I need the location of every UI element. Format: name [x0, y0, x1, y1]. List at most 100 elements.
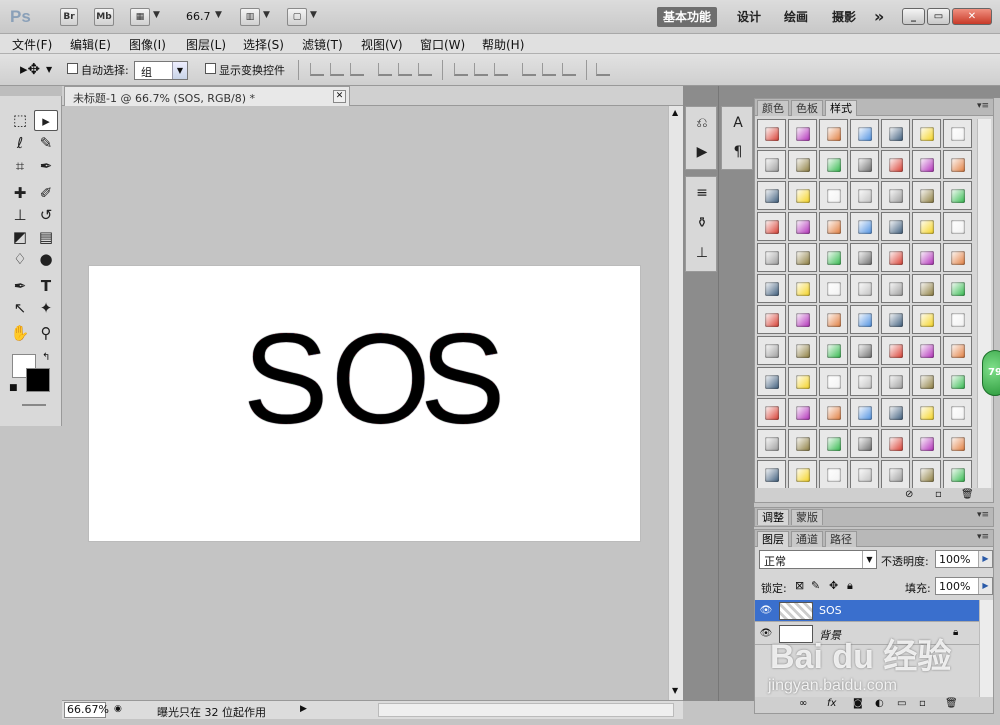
tab-channels[interactable]: 通道 [791, 531, 823, 547]
tool-presets-icon[interactable]: ⊥ [692, 243, 712, 263]
align-top-icon[interactable] [310, 63, 324, 76]
move-tool-icon[interactable]: ▸✥ [20, 60, 40, 78]
crop-tool-icon[interactable]: ⌗ [8, 156, 32, 177]
style-swatch[interactable] [912, 243, 941, 272]
arrange-documents-button[interactable]: ▥ [240, 8, 260, 26]
auto-select-checkbox[interactable] [67, 63, 78, 74]
lock-all-icon[interactable]: 🔒︎ [847, 579, 853, 593]
style-swatch[interactable] [788, 305, 817, 334]
bridge-button[interactable]: Br [60, 8, 78, 26]
chevron-down-icon[interactable]: ▼ [310, 10, 317, 20]
distribute-vcenter-icon[interactable] [474, 63, 488, 76]
chevron-down-icon[interactable]: ▼ [46, 65, 52, 74]
style-swatch[interactable] [912, 181, 941, 210]
healing-brush-tool-icon[interactable]: ✚ [8, 183, 32, 204]
chevron-down-icon[interactable]: ▼ [215, 10, 222, 20]
style-swatch[interactable] [943, 150, 972, 179]
style-swatch[interactable] [850, 150, 879, 179]
shape-tool-icon[interactable]: ✦ [34, 298, 58, 319]
style-swatch[interactable] [757, 460, 786, 489]
style-swatch[interactable] [912, 119, 941, 148]
close-button[interactable]: ✕ [952, 8, 992, 25]
auto-select-dropdown[interactable]: 组 ▼ [134, 61, 188, 80]
menu-select[interactable]: 选择(S) [243, 36, 284, 53]
style-swatch[interactable] [943, 460, 972, 489]
extras-view-button[interactable]: ▦ [130, 8, 150, 26]
panel-header[interactable] [0, 86, 62, 96]
quick-mask-icon[interactable] [22, 404, 46, 406]
clone-source-icon[interactable]: ⚱ [692, 213, 712, 233]
show-transform-checkbox[interactable] [205, 63, 216, 74]
swap-colors-icon[interactable]: ↰ [42, 352, 50, 363]
distribute-left-icon[interactable] [522, 63, 536, 76]
background-color-swatch[interactable] [26, 368, 50, 392]
style-swatch[interactable] [943, 212, 972, 241]
chevron-down-icon[interactable]: ▼ [672, 686, 678, 695]
lock-transparent-icon[interactable]: ⊠ [795, 579, 804, 592]
align-left-icon[interactable] [378, 63, 392, 76]
lasso-tool-icon[interactable]: ℓ [8, 133, 32, 154]
style-swatch[interactable] [943, 398, 972, 427]
style-swatch[interactable] [757, 398, 786, 427]
style-swatch[interactable] [757, 243, 786, 272]
chevron-down-icon[interactable]: ▼ [263, 10, 270, 20]
type-tool-icon[interactable]: T [34, 276, 58, 297]
align-vcenter-icon[interactable] [330, 63, 344, 76]
trash-icon[interactable]: 🗑 [961, 489, 974, 500]
panel-dock-header[interactable] [754, 86, 1000, 98]
style-swatch[interactable] [850, 460, 879, 489]
chevron-down-icon[interactable]: ▼ [153, 10, 160, 20]
workspace-design[interactable]: 设计 [731, 7, 767, 27]
menu-view[interactable]: 视图(V) [361, 36, 403, 53]
style-swatch[interactable] [850, 305, 879, 334]
style-swatch[interactable] [850, 243, 879, 272]
vertical-scrollbar[interactable] [977, 119, 991, 489]
style-swatch[interactable] [881, 212, 910, 241]
quick-select-tool-icon[interactable]: ✎ [34, 133, 58, 154]
more-workspaces-button[interactable]: » [868, 7, 890, 27]
style-swatch[interactable] [881, 274, 910, 303]
style-swatch[interactable] [788, 243, 817, 272]
tab-paths[interactable]: 路径 [825, 531, 857, 547]
style-swatch[interactable] [757, 305, 786, 334]
mini-bridge-button[interactable]: Mb [94, 8, 114, 26]
notification-badge[interactable]: 79 [982, 350, 1000, 396]
style-swatch[interactable] [757, 181, 786, 210]
screen-mode-button[interactable]: ▢ [287, 8, 307, 26]
style-swatch[interactable] [912, 305, 941, 334]
distribute-bottom-icon[interactable] [494, 63, 508, 76]
document-tab[interactable]: 未标题-1 @ 66.7% (SOS, RGB/8) * ✕ [64, 86, 350, 106]
style-swatch[interactable] [850, 398, 879, 427]
blur-tool-icon[interactable]: ♢ [8, 249, 32, 270]
style-swatch[interactable] [757, 212, 786, 241]
style-swatch[interactable] [943, 181, 972, 210]
style-swatch[interactable] [850, 181, 879, 210]
style-swatch[interactable] [912, 367, 941, 396]
history-brush-tool-icon[interactable]: ↺ [34, 205, 58, 226]
style-swatch[interactable] [943, 367, 972, 396]
gradient-tool-icon[interactable]: ▤ [34, 227, 58, 248]
style-swatch[interactable] [881, 398, 910, 427]
menu-layer[interactable]: 图层(L) [186, 36, 226, 53]
tab-masks[interactable]: 蒙版 [791, 509, 823, 525]
style-swatch[interactable] [819, 398, 848, 427]
style-swatch[interactable] [850, 336, 879, 365]
panel-menu-icon[interactable]: ▾≡ [977, 101, 989, 111]
menu-window[interactable]: 窗口(W) [420, 36, 465, 53]
style-swatch[interactable] [850, 274, 879, 303]
menu-edit[interactable]: 编辑(E) [70, 36, 111, 53]
style-swatch[interactable] [881, 336, 910, 365]
style-swatch[interactable] [757, 367, 786, 396]
character-icon[interactable]: A [728, 113, 748, 133]
default-colors-icon[interactable]: ■ [9, 383, 18, 393]
panel-menu-icon[interactable]: ▾≡ [977, 532, 989, 542]
style-swatch[interactable] [788, 212, 817, 241]
style-swatch[interactable] [757, 336, 786, 365]
align-right-icon[interactable] [418, 63, 432, 76]
menu-file[interactable]: 文件(F) [12, 36, 52, 53]
workspace-photography[interactable]: 摄影 [826, 7, 862, 27]
move-tool-icon[interactable]: ▸ [34, 110, 58, 131]
lock-position-icon[interactable]: ✥ [829, 579, 838, 592]
horizontal-scrollbar[interactable] [378, 703, 674, 717]
panel-menu-icon[interactable]: ▾≡ [977, 510, 989, 520]
